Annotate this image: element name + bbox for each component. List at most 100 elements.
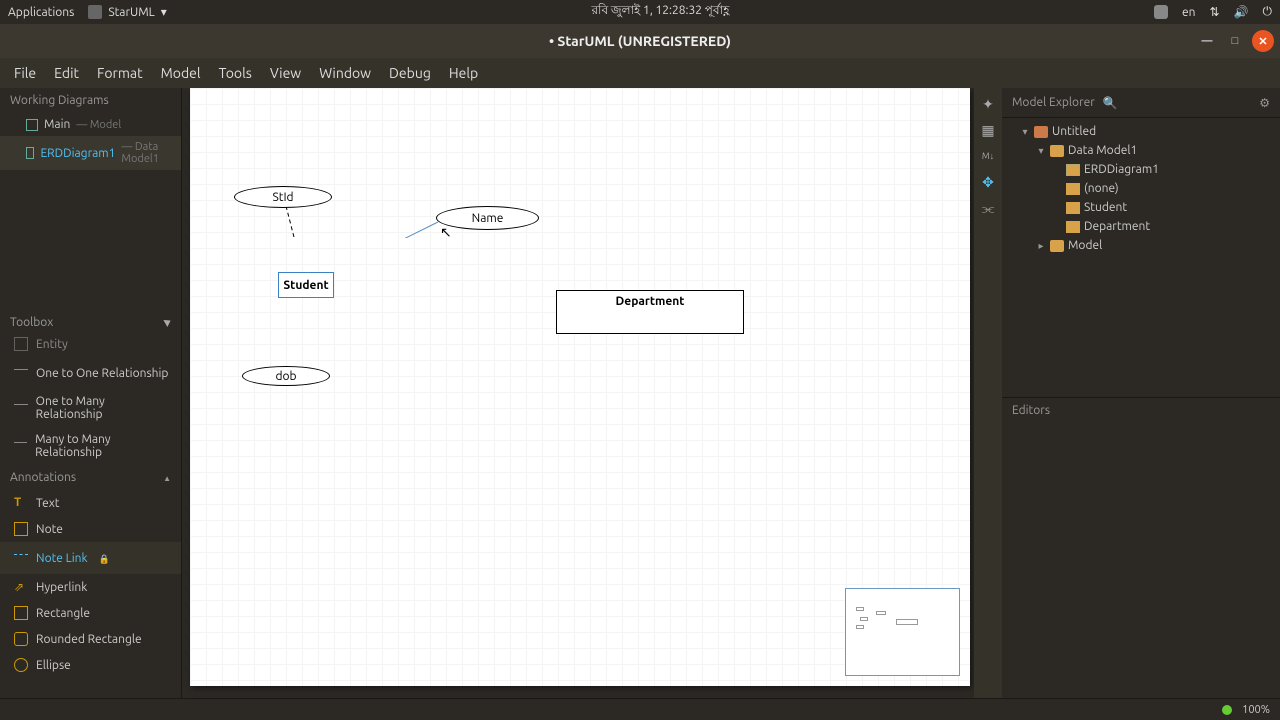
tool-many-to-many[interactable]: Many to Many Relationship bbox=[0, 427, 181, 465]
diagram-canvas[interactable]: StId Name dob Student Department ↖ bbox=[190, 88, 970, 686]
tree-erd-diagram[interactable]: ERDDiagram1 bbox=[1002, 160, 1280, 179]
right-panel: Model Explorer 🔍 ⚙ ▾ Untitled ▾ Data Mod… bbox=[1002, 88, 1280, 698]
diagram-icon bbox=[26, 119, 38, 131]
vtool-grid-icon[interactable]: ▦ bbox=[976, 118, 1000, 142]
relation-icon bbox=[14, 369, 28, 383]
active-app-name: StarUML bbox=[108, 6, 154, 19]
entity-icon bbox=[14, 337, 28, 351]
screen-record-icon[interactable] bbox=[1154, 5, 1168, 19]
network-icon[interactable]: ⇅ bbox=[1209, 5, 1219, 19]
settings-icon[interactable]: ⚙ bbox=[1259, 96, 1270, 110]
vtool-extensions-icon[interactable]: ✦ bbox=[976, 92, 1000, 116]
tool-rounded-rectangle[interactable]: Rounded Rectangle bbox=[0, 626, 181, 652]
vertical-toolbar: ✦ ▦ M↓ ✥ ⫘ bbox=[974, 88, 1002, 698]
entity-icon bbox=[1066, 202, 1080, 214]
ellipse-icon bbox=[14, 658, 28, 672]
app-icon bbox=[88, 5, 102, 19]
tree-none[interactable]: (none) bbox=[1002, 179, 1280, 198]
tool-entity[interactable]: Entity bbox=[0, 335, 181, 357]
diagram-icon bbox=[1066, 164, 1080, 176]
status-bar: 100% bbox=[0, 698, 1280, 720]
title-bar: • StarUML (UNREGISTERED) — □ ✕ bbox=[0, 24, 1280, 58]
note-icon bbox=[14, 522, 28, 536]
entity-student[interactable]: Student bbox=[278, 272, 334, 298]
vtool-move-icon[interactable]: ✥ bbox=[976, 170, 1000, 194]
text-icon: T bbox=[14, 496, 28, 510]
cursor-position: ↖ bbox=[440, 224, 452, 241]
minimize-button[interactable]: — bbox=[1196, 30, 1218, 52]
working-diagrams-header: Working Diagrams bbox=[0, 88, 181, 113]
hyperlink-icon: ⇗ bbox=[14, 580, 28, 594]
window-title: • StarUML (UNREGISTERED) bbox=[549, 33, 731, 49]
cursor-icon[interactable] bbox=[165, 316, 171, 329]
tool-ellipse[interactable]: Ellipse bbox=[0, 652, 181, 678]
editors-header: Editors bbox=[1002, 397, 1280, 423]
relation-icon bbox=[14, 404, 28, 418]
lock-icon bbox=[96, 552, 110, 565]
entity-icon bbox=[1066, 221, 1080, 233]
tool-one-to-one[interactable]: One to One Relationship bbox=[0, 357, 181, 389]
system-datetime[interactable]: রবি জুলাই 1, 12:28:32 পূর্বাহ্ণ bbox=[167, 2, 1154, 22]
tree-model[interactable]: ▸ Model bbox=[1002, 236, 1280, 255]
tool-hyperlink[interactable]: ⇗ Hyperlink bbox=[0, 574, 181, 600]
vtool-markdown-icon[interactable]: M↓ bbox=[976, 144, 1000, 168]
minimap[interactable] bbox=[845, 588, 960, 676]
maximize-button[interactable]: □ bbox=[1224, 30, 1246, 52]
entity-department[interactable]: Department bbox=[556, 290, 744, 334]
annotations-group-header[interactable]: Annotations bbox=[0, 465, 181, 490]
note-link-icon bbox=[14, 554, 28, 568]
tool-note[interactable]: Note bbox=[0, 516, 181, 542]
left-panel: Working Diagrams Main — Model ERDDiagram… bbox=[0, 88, 182, 698]
menu-format[interactable]: Format bbox=[89, 61, 151, 85]
model-explorer-header: Model Explorer 🔍 ⚙ bbox=[1002, 88, 1280, 118]
menu-debug[interactable]: Debug bbox=[381, 61, 439, 85]
volume-icon[interactable]: 🔊 bbox=[1234, 5, 1249, 19]
tree-data-model[interactable]: ▾ Data Model1 bbox=[1002, 141, 1280, 160]
collapse-icon bbox=[163, 471, 171, 484]
menu-bar: File Edit Format Model Tools View Window… bbox=[0, 58, 1280, 88]
menu-window[interactable]: Window bbox=[311, 61, 379, 85]
canvas-area[interactable]: StId Name dob Student Department ↖ bbox=[182, 88, 974, 698]
working-diagram-erd[interactable]: ERDDiagram1 — Data Model1 bbox=[0, 136, 181, 170]
tree-student[interactable]: Student bbox=[1002, 198, 1280, 217]
close-button[interactable]: ✕ bbox=[1252, 30, 1274, 52]
vtool-share-icon[interactable]: ⫘ bbox=[976, 196, 1000, 220]
tree-department[interactable]: Department bbox=[1002, 217, 1280, 236]
expand-icon[interactable]: ▾ bbox=[1020, 126, 1030, 138]
menu-tools[interactable]: Tools bbox=[211, 61, 260, 85]
tool-text[interactable]: T Text bbox=[0, 490, 181, 516]
active-app-indicator[interactable]: StarUML ▾ bbox=[88, 5, 166, 19]
model-tree: ▾ Untitled ▾ Data Model1 ERDDiagram1 (no… bbox=[1002, 118, 1280, 259]
diagram-icon bbox=[26, 147, 34, 159]
project-icon bbox=[1034, 126, 1048, 138]
rectangle-icon bbox=[14, 606, 28, 620]
language-indicator[interactable]: en bbox=[1182, 6, 1195, 19]
search-icon[interactable]: 🔍 bbox=[1103, 96, 1118, 110]
entity-icon bbox=[1066, 183, 1080, 195]
tool-one-to-many[interactable]: One to Many Relationship bbox=[0, 389, 181, 427]
model-icon bbox=[1050, 145, 1064, 157]
expand-icon[interactable]: ▾ bbox=[1036, 145, 1046, 157]
relation-icon bbox=[14, 442, 27, 456]
rounded-rectangle-icon bbox=[14, 632, 28, 646]
expand-icon[interactable]: ▸ bbox=[1036, 240, 1046, 252]
system-bar: Applications StarUML ▾ রবি জুলাই 1, 12:2… bbox=[0, 0, 1280, 24]
menu-file[interactable]: File bbox=[6, 61, 44, 85]
attribute-dob[interactable]: dob bbox=[242, 366, 330, 386]
status-ok-icon bbox=[1222, 705, 1232, 715]
tool-rectangle[interactable]: Rectangle bbox=[0, 600, 181, 626]
menu-view[interactable]: View bbox=[262, 61, 309, 85]
toolbox-header: Toolbox bbox=[0, 310, 181, 335]
attribute-stid[interactable]: StId bbox=[234, 186, 332, 208]
power-icon[interactable]: ⏻ bbox=[1263, 5, 1273, 19]
menu-edit[interactable]: Edit bbox=[46, 61, 87, 85]
model-icon bbox=[1050, 240, 1064, 252]
tool-note-link[interactable]: Note Link bbox=[0, 542, 181, 574]
zoom-level[interactable]: 100% bbox=[1242, 704, 1270, 716]
menu-model[interactable]: Model bbox=[153, 61, 209, 85]
working-diagram-main[interactable]: Main — Model bbox=[0, 113, 181, 136]
menu-help[interactable]: Help bbox=[441, 61, 486, 85]
applications-menu[interactable]: Applications bbox=[8, 6, 74, 19]
tree-project[interactable]: ▾ Untitled bbox=[1002, 122, 1280, 141]
explorer-search-input[interactable] bbox=[1126, 96, 1251, 109]
